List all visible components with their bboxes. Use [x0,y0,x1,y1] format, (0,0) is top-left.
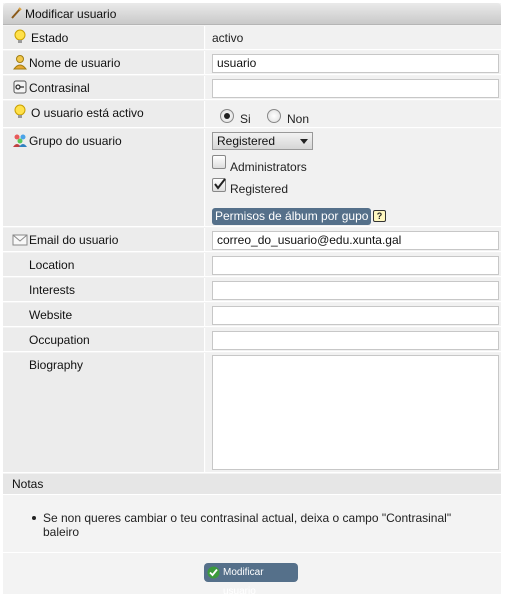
modify-user-button-label: Modificar usuario [223,567,264,597]
form-title: Modificar usuario [25,7,117,21]
password-label: Contrasinal [29,81,90,95]
chevron-down-icon [300,139,308,144]
group-select-value: Registered [217,134,276,148]
user-icon [12,55,28,70]
row-status: Estado activo [3,26,501,50]
checkbox-registered[interactable] [212,178,226,192]
edit-icon [11,7,22,19]
website-input[interactable] [212,306,499,325]
username-input[interactable]: usuario [212,54,499,73]
active-label: O usuario está activo [31,106,144,120]
checkmark-icon [214,178,226,190]
key-icon [13,80,27,94]
website-label: Website [29,308,73,322]
row-location: Location [3,253,501,277]
password-input[interactable] [212,79,499,98]
biography-label: Biography [29,358,84,372]
row-email: Email do usuario correo_do_usuario@edu.x… [3,228,501,252]
row-occupation: Occupation [3,328,501,352]
row-biography: Biography [3,353,501,473]
email-label: Email do usuario [29,233,119,247]
email-input[interactable]: correo_do_usuario@edu.xunta.gal [212,231,499,250]
location-label: Location [29,258,75,272]
active-yes-radio[interactable] [220,109,234,123]
status-value: activo [212,31,244,45]
lightbulb-icon [14,29,26,43]
notes-item: Se non queres cambiar o teu contrasinal … [32,511,483,539]
occupation-label: Occupation [29,333,90,347]
notes-panel: Se non queres cambiar o teu contrasinal … [3,496,501,553]
row-group: Grupo do usuario Registered Administrato… [3,129,501,227]
lightbulb-icon [14,104,26,118]
envelope-icon [12,234,28,246]
active-yes-label: Si [240,112,251,126]
row-username: Nome de usuario usuario [3,51,501,75]
row-active: O usuario está activo Si Non [3,101,501,128]
modify-user-button[interactable]: Modificar usuario [204,563,298,597]
location-input[interactable] [212,256,499,275]
notes-list: Se non queres cambiar o teu contrasinal … [32,511,483,539]
notes-item-text: Se non queres cambiar o teu contrasinal … [43,511,452,539]
album-permissions-button[interactable]: Permisos de álbum por gupo [212,208,372,225]
row-password: Contrasinal [3,76,501,100]
notes-title: Notas [3,474,501,495]
check-icon [207,566,220,579]
group-label: Grupo do usuario [29,134,122,148]
checkbox-registered-label: Registered [230,182,289,196]
biography-textarea[interactable] [212,355,499,470]
status-label: Estado [31,31,69,45]
row-website: Website [3,303,501,327]
interests-input[interactable] [212,281,499,300]
occupation-input[interactable] [212,331,499,350]
interests-label: Interests [29,283,76,297]
help-icon[interactable]: ? [373,210,386,222]
form-header: Modificar usuario [3,3,501,25]
checkbox-administrators-label: Administrators [230,160,307,174]
row-interests: Interests [3,278,501,302]
group-icon [13,134,27,147]
group-select[interactable]: Registered [212,132,313,150]
user-edit-form: Modificar usuario Estado activo Nome de … [3,3,501,597]
active-no-radio[interactable] [267,109,281,123]
bullet-icon [32,516,36,520]
username-label: Nome de usuario [29,56,121,70]
active-no-label: Non [287,112,310,126]
checkbox-administrators[interactable] [212,155,226,169]
